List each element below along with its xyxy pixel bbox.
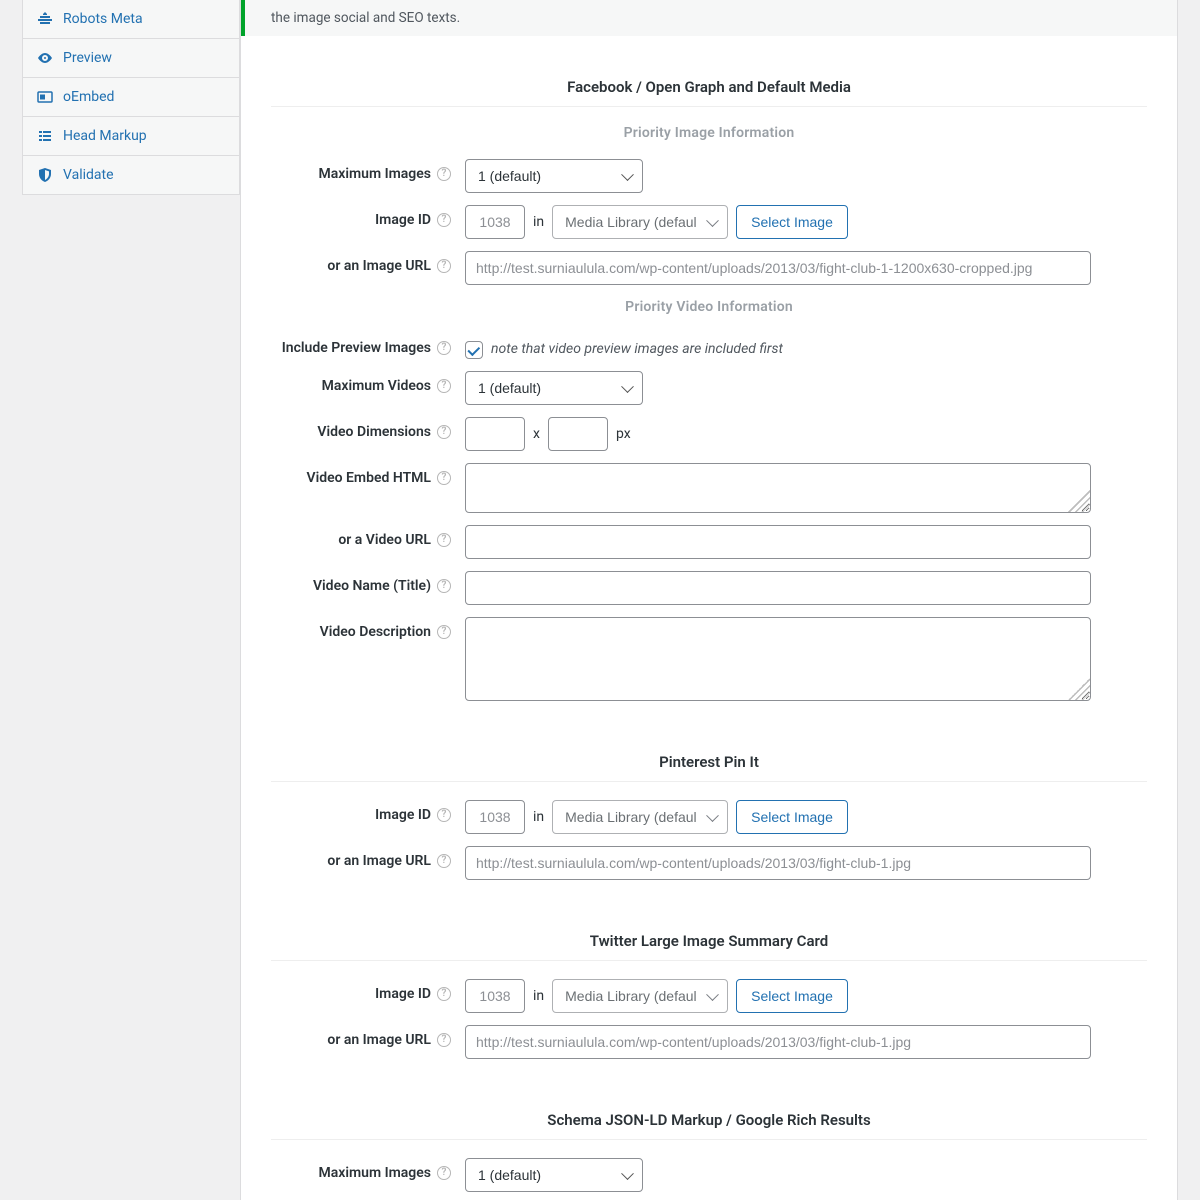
- label-max-images: Maximum Images: [318, 166, 431, 182]
- notice-text: the image social and SEO texts.: [271, 10, 460, 26]
- select-max-videos[interactable]: 1 (default): [465, 371, 643, 405]
- main-panel: the image social and SEO texts. Facebook…: [240, 0, 1178, 1200]
- help-icon[interactable]: ?: [437, 1033, 451, 1047]
- help-icon[interactable]: ?: [437, 854, 451, 868]
- select-image-button[interactable]: Select Image: [736, 205, 848, 239]
- subhead-priority-image: Priority Image Information: [241, 125, 1177, 141]
- checkbox-include-preview[interactable]: [465, 341, 483, 359]
- sidebar-item-label: Head Markup: [63, 128, 147, 144]
- input-pin-image-id[interactable]: [465, 800, 525, 834]
- label-schema-max-images: Maximum Images: [318, 1165, 431, 1181]
- help-icon[interactable]: ?: [437, 625, 451, 639]
- pin-select-image-button[interactable]: Select Image: [736, 800, 848, 834]
- input-pin-image-url[interactable]: [465, 846, 1091, 880]
- section-title-schema: Schema JSON-LD Markup / Google Rich Resu…: [271, 1099, 1147, 1140]
- help-icon[interactable]: ?: [437, 341, 451, 355]
- label-max-videos: Maximum Videos: [322, 378, 431, 394]
- robot-icon: [37, 11, 53, 27]
- help-icon[interactable]: ?: [437, 471, 451, 485]
- textarea-video-embed[interactable]: [465, 463, 1091, 513]
- label-image-id: Image ID: [375, 212, 431, 228]
- sidebar-item-label: Robots Meta: [63, 11, 143, 27]
- help-icon[interactable]: ?: [437, 1166, 451, 1180]
- textarea-video-desc[interactable]: [465, 617, 1091, 701]
- label-include-preview: Include Preview Images: [282, 340, 431, 356]
- subhead-priority-video: Priority Video Information: [241, 299, 1177, 315]
- sidebar-item-label: Preview: [63, 50, 112, 66]
- select-tw-media-library[interactable]: Media Library (defaul: [552, 979, 728, 1013]
- section-title-og: Facebook / Open Graph and Default Media: [271, 66, 1147, 107]
- shield-icon: [37, 167, 53, 183]
- label-pin-image-url: or an Image URL: [327, 853, 431, 869]
- section-title-pinterest: Pinterest Pin It: [271, 741, 1147, 782]
- text-px: px: [616, 426, 631, 442]
- label-video-dimensions: Video Dimensions: [317, 424, 431, 440]
- help-icon[interactable]: ?: [437, 167, 451, 181]
- sidebar-item-label: oEmbed: [63, 89, 114, 105]
- text-in: in: [533, 809, 544, 825]
- input-video-url[interactable]: [465, 525, 1091, 559]
- label-video-embed: Video Embed HTML: [306, 470, 431, 486]
- input-video-name[interactable]: [465, 571, 1091, 605]
- help-icon[interactable]: ?: [437, 425, 451, 439]
- help-icon[interactable]: ?: [437, 213, 451, 227]
- help-icon[interactable]: ?: [437, 808, 451, 822]
- notice-banner: the image social and SEO texts.: [241, 0, 1177, 36]
- sidebar-item-validate[interactable]: Validate: [23, 156, 239, 194]
- label-tw-image-id: Image ID: [375, 986, 431, 1002]
- label-video-desc: Video Description: [320, 624, 431, 640]
- sidebar-item-label: Validate: [63, 167, 114, 183]
- select-media-library[interactable]: Media Library (defaul: [552, 205, 728, 239]
- list-icon: [37, 128, 53, 144]
- help-icon[interactable]: ?: [437, 259, 451, 273]
- input-video-width[interactable]: [465, 417, 525, 451]
- embed-icon: [37, 89, 53, 105]
- note-preview-first: note that video preview images are inclu…: [491, 341, 783, 357]
- label-pin-image-id: Image ID: [375, 807, 431, 823]
- sidebar-item-preview[interactable]: Preview: [23, 39, 239, 78]
- label-tw-image-url: or an Image URL: [327, 1032, 431, 1048]
- sidebar-item-robots-meta[interactable]: Robots Meta: [23, 0, 239, 39]
- select-schema-max-images[interactable]: 1 (default): [465, 1158, 643, 1192]
- sidebar: Robots Meta Preview oEmbed Head Markup V…: [22, 0, 240, 195]
- input-video-height[interactable]: [548, 417, 608, 451]
- input-image-url[interactable]: [465, 251, 1091, 285]
- text-x: x: [533, 426, 540, 442]
- tw-select-image-button[interactable]: Select Image: [736, 979, 848, 1013]
- help-icon[interactable]: ?: [437, 379, 451, 393]
- label-image-url: or an Image URL: [327, 258, 431, 274]
- sidebar-item-oembed[interactable]: oEmbed: [23, 78, 239, 117]
- section-title-twitter: Twitter Large Image Summary Card: [271, 920, 1147, 961]
- sidebar-item-head-markup[interactable]: Head Markup: [23, 117, 239, 156]
- text-in: in: [533, 214, 544, 230]
- help-icon[interactable]: ?: [437, 533, 451, 547]
- label-video-url: or a Video URL: [338, 532, 431, 548]
- input-image-id[interactable]: [465, 205, 525, 239]
- help-icon[interactable]: ?: [437, 579, 451, 593]
- input-tw-image-url[interactable]: [465, 1025, 1091, 1059]
- help-icon[interactable]: ?: [437, 987, 451, 1001]
- label-video-name: Video Name (Title): [313, 578, 431, 594]
- select-max-images[interactable]: 1 (default): [465, 159, 643, 193]
- select-pin-media-library[interactable]: Media Library (defaul: [552, 800, 728, 834]
- text-in: in: [533, 988, 544, 1004]
- input-tw-image-id[interactable]: [465, 979, 525, 1013]
- eye-icon: [37, 50, 53, 66]
